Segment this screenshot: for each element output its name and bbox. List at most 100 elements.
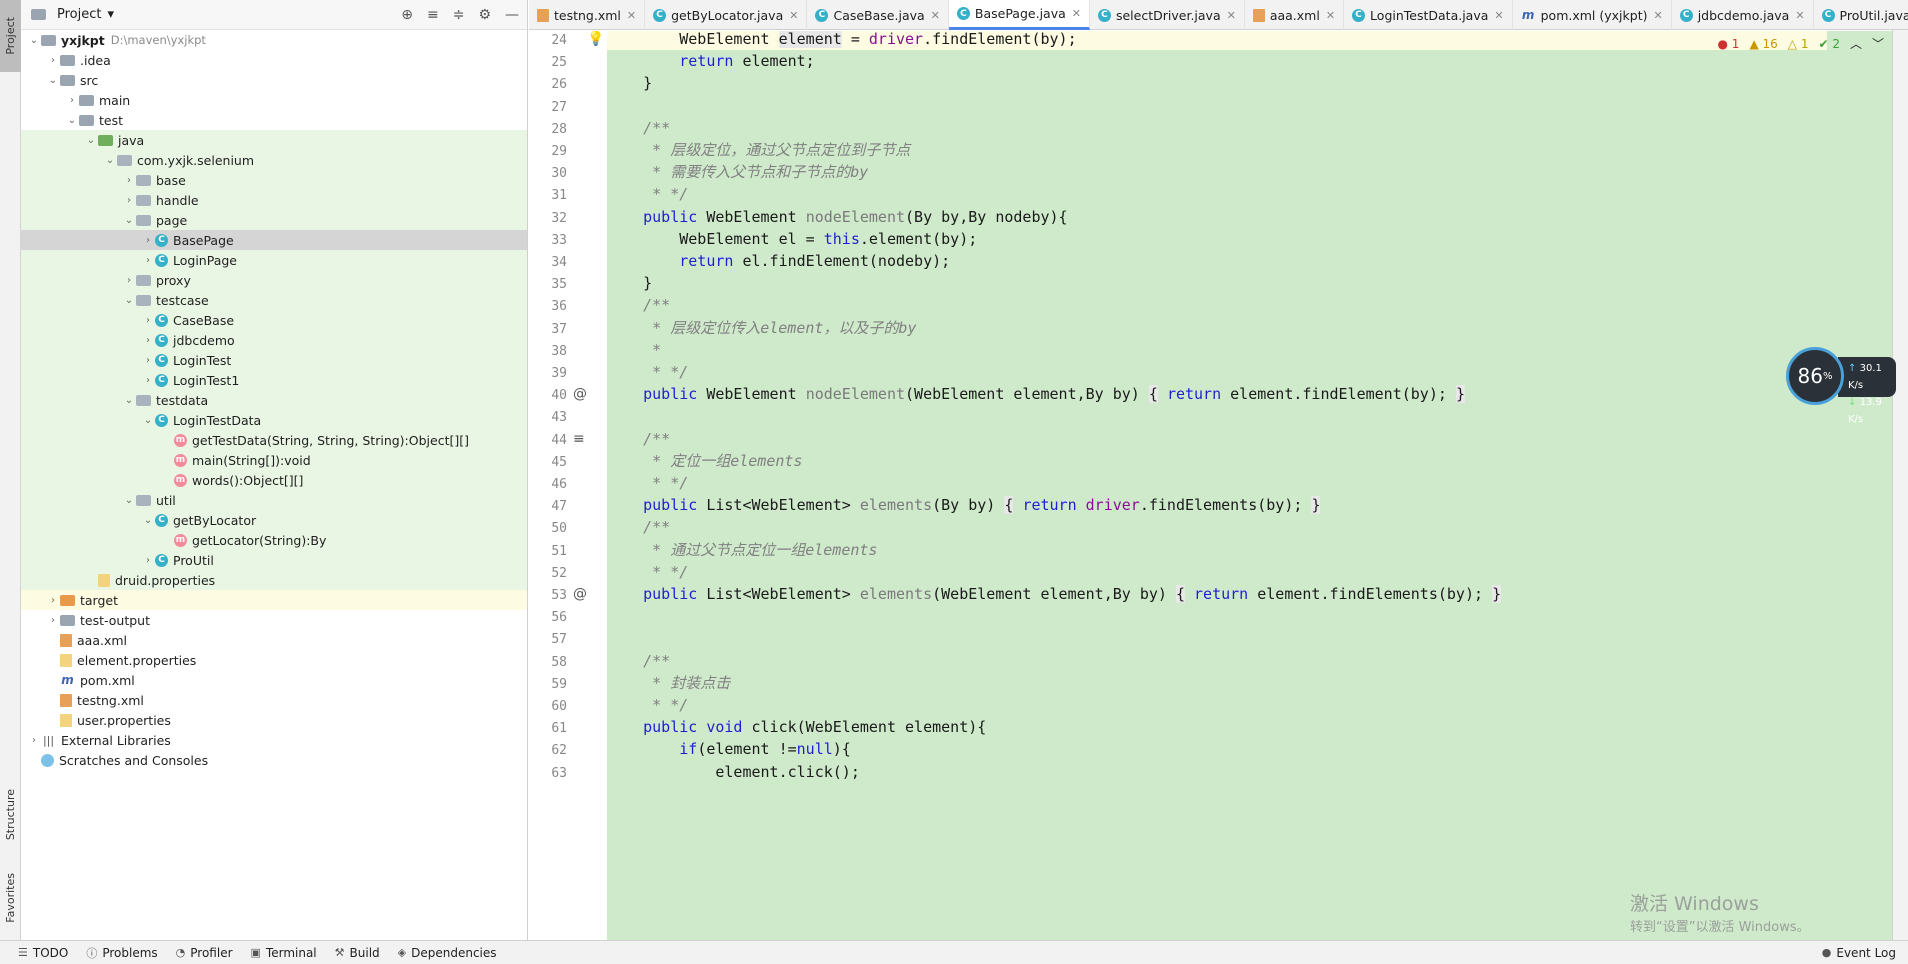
editor-tab[interactable]: aaa.xml ✕ — [1245, 0, 1345, 30]
tree-item[interactable]: › target — [21, 590, 527, 610]
editor-tab[interactable]: C CaseBase.java ✕ — [807, 0, 949, 30]
code-line[interactable]: return element; — [607, 50, 814, 72]
code-line[interactable]: return el.findElement(nodeby); — [607, 250, 950, 272]
editor-tab[interactable]: testng.xml ✕ — [529, 0, 646, 30]
code-line[interactable]: * 通过父节点定位一组elements — [607, 539, 877, 561]
problems-tool-button[interactable]: ⓘ Problems — [86, 945, 157, 961]
chevron-down-icon[interactable]: ⌄ — [122, 295, 136, 306]
chevron-right-icon[interactable]: › — [141, 355, 155, 366]
tree-item[interactable]: › proxy — [21, 270, 527, 290]
terminal-tool-button[interactable]: ▣ Terminal — [251, 946, 317, 960]
code-line[interactable]: public List<WebElement> elements(WebElem… — [607, 583, 1502, 605]
code-line[interactable]: * */ — [607, 183, 688, 205]
tree-item[interactable]: m words():Object[][] — [21, 470, 527, 490]
chevron-right-icon[interactable]: › — [65, 95, 79, 106]
chevron-right-icon[interactable]: › — [141, 335, 155, 346]
chevron-down-icon[interactable]: ⌄ — [141, 515, 155, 526]
override-icon[interactable]: @ — [573, 586, 587, 602]
profiler-tool-button[interactable]: ◔ Profiler — [176, 946, 233, 960]
chevron-down-icon[interactable]: ⌄ — [141, 415, 155, 426]
chevron-down-icon[interactable]: ⌄ — [122, 395, 136, 406]
tree-item[interactable]: aaa.xml — [21, 630, 527, 650]
tree-item[interactable]: m getLocator(String):By — [21, 530, 527, 550]
chevron-right-icon[interactable]: › — [122, 275, 136, 286]
tree-item[interactable]: ⌄ page — [21, 210, 527, 230]
tree-item[interactable]: › C CaseBase — [21, 310, 527, 330]
tree-item[interactable]: druid.properties — [21, 570, 527, 590]
tree-item[interactable]: › Cjdbcdemo — [21, 330, 527, 350]
tree-item[interactable]: › C LoginTest1 — [21, 370, 527, 390]
tree-item[interactable]: m main(String[]):void — [21, 450, 527, 470]
close-icon[interactable]: ✕ — [1653, 9, 1662, 22]
close-icon[interactable]: ✕ — [627, 9, 636, 22]
doc-comment-icon[interactable]: ≡ — [573, 431, 585, 447]
tree-item[interactable]: element.properties — [21, 650, 527, 670]
code-line[interactable]: public void click(WebElement element){ — [607, 716, 986, 738]
expand-all-icon[interactable]: ≡ — [427, 7, 439, 23]
lightbulb-icon[interactable]: 💡 — [587, 31, 604, 47]
chevron-down-icon[interactable]: ⌄ — [103, 155, 117, 166]
chevron-right-icon[interactable]: › — [141, 255, 155, 266]
tree-item[interactable]: › main — [21, 90, 527, 110]
tree-item[interactable]: ⌄ java — [21, 130, 527, 150]
event-log-button[interactable]: ● Event Log — [1822, 946, 1896, 960]
tree-item[interactable]: m pom.xml — [21, 670, 527, 690]
editor-tab[interactable]: CgetByLocator.java ✕ — [645, 0, 808, 30]
tree-item[interactable]: › test-output — [21, 610, 527, 630]
code-line[interactable]: public WebElement nodeElement(WebElement… — [607, 383, 1465, 405]
code-line[interactable]: if(element !=null){ — [607, 738, 851, 760]
code-line[interactable]: * 封装点击 — [607, 672, 730, 694]
tree-item[interactable]: testng.xml — [21, 690, 527, 710]
chevron-down-icon[interactable]: ⌄ — [84, 135, 98, 146]
tree-item[interactable]: ⌄ testcase — [21, 290, 527, 310]
code-line[interactable]: * 需要传入父节点和子节点的by — [607, 161, 868, 183]
previous-highlight-icon[interactable]: ︿ — [1850, 35, 1862, 52]
close-icon[interactable]: ✕ — [789, 9, 798, 22]
code-line[interactable]: /** — [607, 650, 670, 672]
editor-tab[interactable]: C LoginTestData.java ✕ — [1344, 0, 1513, 30]
chevron-right-icon[interactable]: › — [141, 375, 155, 386]
tree-item[interactable]: m getTestData(String, String, String):Obj… — [21, 430, 527, 450]
tree-item[interactable]: ⌄ C LoginTestData — [21, 410, 527, 430]
code-line[interactable]: * 定位一组elements — [607, 450, 802, 472]
chevron-right-icon[interactable]: › — [122, 175, 136, 186]
favorites-tool-tab[interactable]: Favorites — [0, 862, 21, 934]
code-line[interactable]: WebElement el = this.element(by); — [607, 228, 977, 250]
tree-item[interactable]: › .idea — [21, 50, 527, 70]
code-line[interactable]: * — [607, 339, 661, 361]
tree-item[interactable]: ⌄ src — [21, 70, 527, 90]
close-icon[interactable]: ✕ — [1795, 9, 1804, 22]
code-line[interactable]: WebElement element = driver.findElement(… — [607, 31, 1827, 51]
chevron-right-icon[interactable]: › — [27, 735, 41, 746]
tree-item[interactable]: ⌄ yxjkpt D:\maven\yxjkpt — [21, 30, 527, 50]
code-line[interactable]: public WebElement nodeElement(By by,By n… — [607, 206, 1067, 228]
code-line[interactable]: } — [607, 72, 652, 94]
tree-item[interactable]: › C ProUtil — [21, 550, 527, 570]
chevron-down-icon[interactable]: ⌄ — [122, 215, 136, 226]
tree-item[interactable]: › C LoginPage — [21, 250, 527, 270]
todo-tool-button[interactable]: ☰ TODO — [18, 946, 68, 960]
chevron-down-icon[interactable]: ⌄ — [122, 495, 136, 506]
code-line[interactable]: element.click(); — [607, 761, 860, 783]
code-line[interactable]: * */ — [607, 694, 688, 716]
next-highlight-icon[interactable]: ﹀ — [1872, 35, 1884, 52]
chevron-down-icon[interactable]: ⌄ — [65, 115, 79, 126]
project-view-selector[interactable]: Project ▾ — [31, 7, 114, 22]
code-line[interactable]: /** — [607, 428, 670, 450]
tree-item[interactable]: ⌄ util — [21, 490, 527, 510]
editor-tab[interactable]: CProUtil.java✕ — [1814, 0, 1908, 30]
build-tool-button[interactable]: ⚒ Build — [335, 946, 380, 960]
close-icon[interactable]: ✕ — [1326, 9, 1335, 22]
chevron-down-icon[interactable]: ⌄ — [46, 75, 60, 86]
chevron-right-icon[interactable]: › — [122, 195, 136, 206]
editor-tab[interactable]: C BasePage.java ✕ — [948, 0, 1090, 30]
tree-item[interactable]: › C BasePage — [21, 230, 527, 250]
tree-item[interactable]: user.properties — [21, 710, 527, 730]
chevron-right-icon[interactable]: › — [141, 555, 155, 566]
network-speed-widget[interactable]: ↑ 30.1 K/s ↓ 13.9 K/s 86% — [1786, 347, 1896, 425]
close-icon[interactable]: ✕ — [1227, 9, 1236, 22]
tree-item[interactable]: › base — [21, 170, 527, 190]
tree-item[interactable]: › handle — [21, 190, 527, 210]
chevron-right-icon[interactable]: › — [46, 55, 60, 66]
tree-item[interactable]: › C LoginTest — [21, 350, 527, 370]
